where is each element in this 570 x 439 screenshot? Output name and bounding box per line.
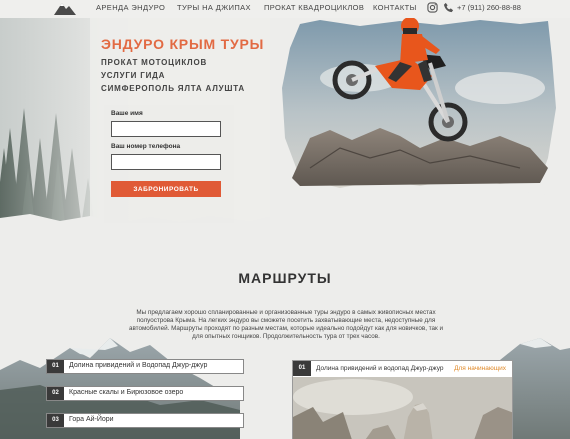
mountain-logo-icon[interactable]: [54, 1, 76, 15]
motocross-rider-image: [332, 18, 468, 142]
nav-item-enduro-rental[interactable]: АРЕНДА ЭНДУРО: [96, 3, 165, 12]
phone-field[interactable]: [111, 154, 221, 170]
route-item-2[interactable]: 02 Красные скалы и Бирюзовое озеро: [46, 386, 244, 401]
route-number: 03: [47, 414, 64, 427]
nav-item-contacts[interactable]: КОНТАКТЫ: [373, 3, 417, 12]
top-navigation: АРЕНДА ЭНДУРО ТУРЫ НА ДЖИПАХ ПРОКАТ КВАД…: [0, 0, 570, 18]
hero-title: ЭНДУРО КРЫМ ТУРЫ: [101, 36, 265, 52]
hero-line-rental: ПРОКАТ МОТОЦИКЛОВ: [101, 58, 208, 67]
route-item-1[interactable]: 01 Долина привидений и Водопад Джур-джур: [46, 359, 244, 374]
difficulty-badge: Для начинающих: [454, 365, 506, 372]
booking-form: Ваше имя Ваш номер телефона ЗАБРОНИРОВАТ…: [104, 105, 234, 223]
phone-number[interactable]: +7 (911) 260-88-88: [457, 3, 521, 12]
route-name: Долина привидений и Водопад Джур-джур: [69, 362, 208, 369]
route-number: 02: [47, 387, 64, 400]
route-name: Гора Ай-Йори: [69, 416, 114, 423]
hero-line-cities: СИМФЕРОПОЛЬ ЯЛТА АЛУШТА: [101, 84, 245, 93]
phone-icon[interactable]: [443, 2, 454, 13]
hero-line-guide: УСЛУГИ ГИДА: [101, 71, 166, 80]
route-name: Красные скалы и Бирюзовое озеро: [69, 389, 184, 396]
nav-item-jeep-tours[interactable]: ТУРЫ НА ДЖИПАХ: [177, 3, 251, 12]
routes-title: МАРШРУТЫ: [238, 270, 332, 286]
route-item-3[interactable]: 03 Гора Ай-Йори: [46, 413, 244, 428]
nav-item-quad-rental[interactable]: ПРОКАТ КВАДРОЦИКЛОВ: [264, 3, 364, 12]
name-label: Ваше имя: [111, 110, 143, 117]
instagram-icon[interactable]: [427, 2, 438, 13]
route-number: 01: [47, 360, 64, 373]
route-card[interactable]: 01 Долина привидений и водопад Джур-джур…: [292, 360, 513, 439]
hero-section: ЭНДУРО КРЫМ ТУРЫ ПРОКАТ МОТОЦИКЛОВ УСЛУГ…: [0, 18, 570, 233]
book-button[interactable]: ЗАБРОНИРОВАТЬ: [111, 181, 221, 197]
card-number: 01: [293, 361, 311, 376]
name-field[interactable]: [111, 121, 221, 137]
phone-label: Ваш номер телефона: [111, 143, 181, 150]
route-photo-image: [293, 377, 512, 439]
card-title: Долина привидений и водопад Джур-джур: [316, 365, 444, 372]
